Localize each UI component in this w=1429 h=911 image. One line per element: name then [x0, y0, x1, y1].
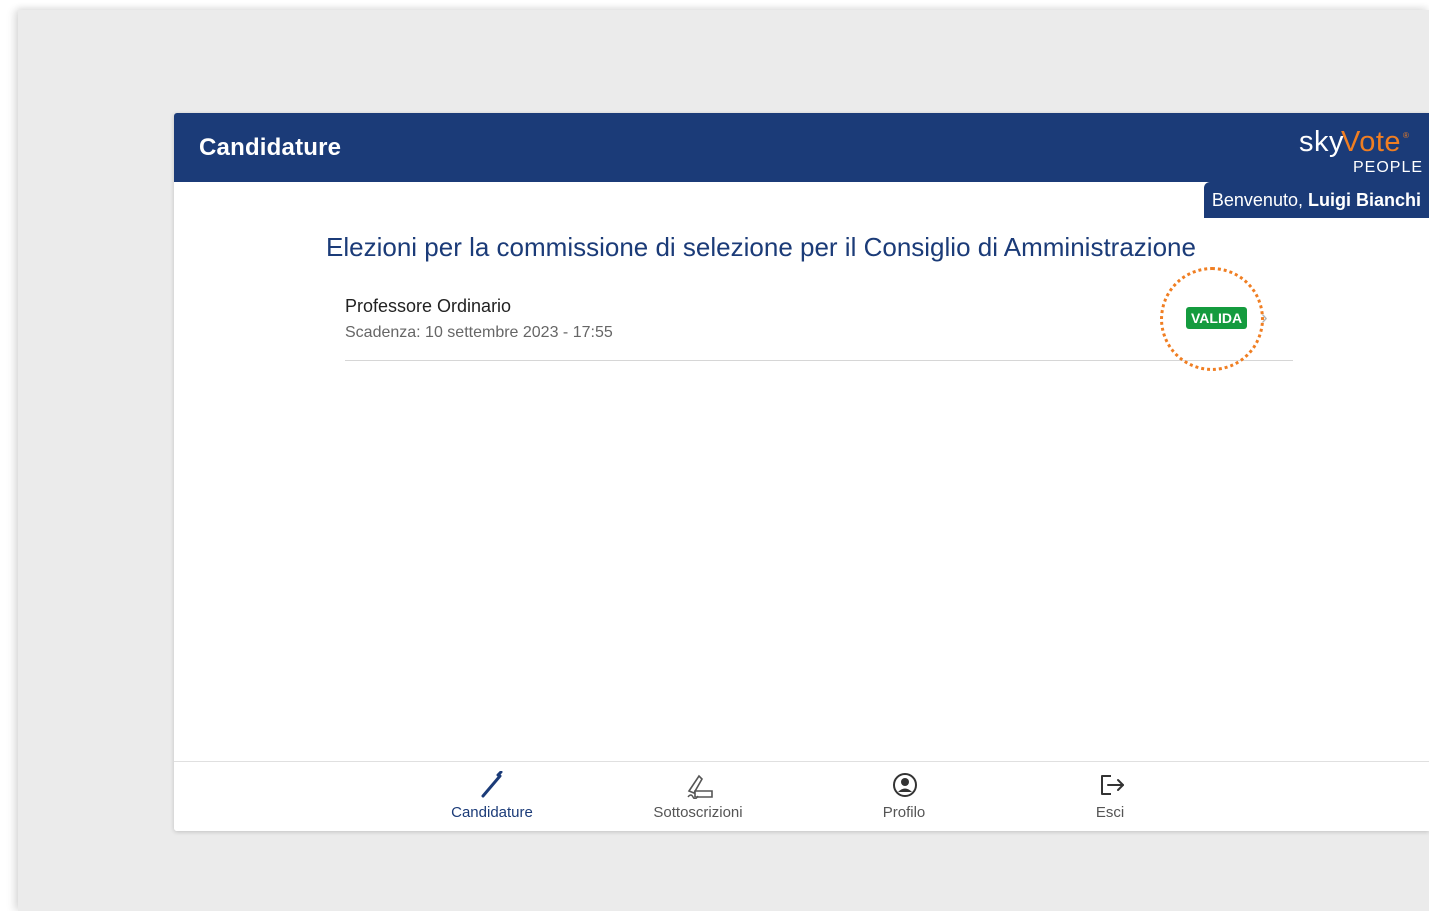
user-name: Luigi Bianchi: [1307, 190, 1421, 210]
logo-sky-text: sky: [1299, 126, 1344, 158]
logo-registered-mark: ®: [1403, 131, 1409, 140]
nav-item-candidature[interactable]: Candidature: [422, 762, 562, 831]
app-header: Candidature sky Vote ® PEOPLE: [174, 113, 1429, 182]
status-badge: VALIDA: [1186, 307, 1248, 329]
election-title: Elezioni per la commissione di selezione…: [326, 232, 1196, 262]
nav-label-candidature: Candidature: [451, 804, 533, 821]
welcome-banner: Benvenuto, Luigi Bianchi: [1203, 182, 1429, 218]
nav-label-profilo: Profilo: [882, 804, 926, 821]
logout-icon: [1101, 775, 1124, 795]
skyvote-logo: sky Vote ® PEOPLE: [1247, 121, 1422, 176]
bottom-nav: Candidature Sottoscrizioni Profilo Esci: [174, 761, 1429, 831]
candidature-title: Professore Ordinario: [345, 296, 512, 316]
page-title: Candidature: [199, 134, 342, 161]
nav-item-profilo[interactable]: Profilo: [834, 762, 974, 831]
logo-people-text: PEOPLE: [1353, 159, 1424, 176]
logo-vote-text: Vote: [1341, 126, 1402, 158]
user-circle-icon: [893, 773, 917, 797]
candidature-deadline: Scadenza: 10 settembre 2023 - 17:55: [345, 324, 613, 341]
chevron-right-icon[interactable]: ›: [1261, 308, 1268, 328]
app-window: Candidature sky Vote ® PEOPLE Benvenuto,…: [174, 113, 1429, 831]
nav-label-sottoscrizioni: Sottoscrizioni: [653, 804, 743, 821]
pencil-icon: [481, 771, 503, 798]
nav-item-sottoscrizioni[interactable]: Sottoscrizioni: [628, 762, 768, 831]
candidature-list-item[interactable]: Professore Ordinario Scadenza: 10 settem…: [345, 290, 1293, 361]
signature-icon: [687, 774, 713, 799]
welcome-prefix: Benvenuto,: [1211, 190, 1303, 210]
nav-label-esci: Esci: [1095, 804, 1125, 821]
nav-item-esci[interactable]: Esci: [1040, 762, 1180, 831]
